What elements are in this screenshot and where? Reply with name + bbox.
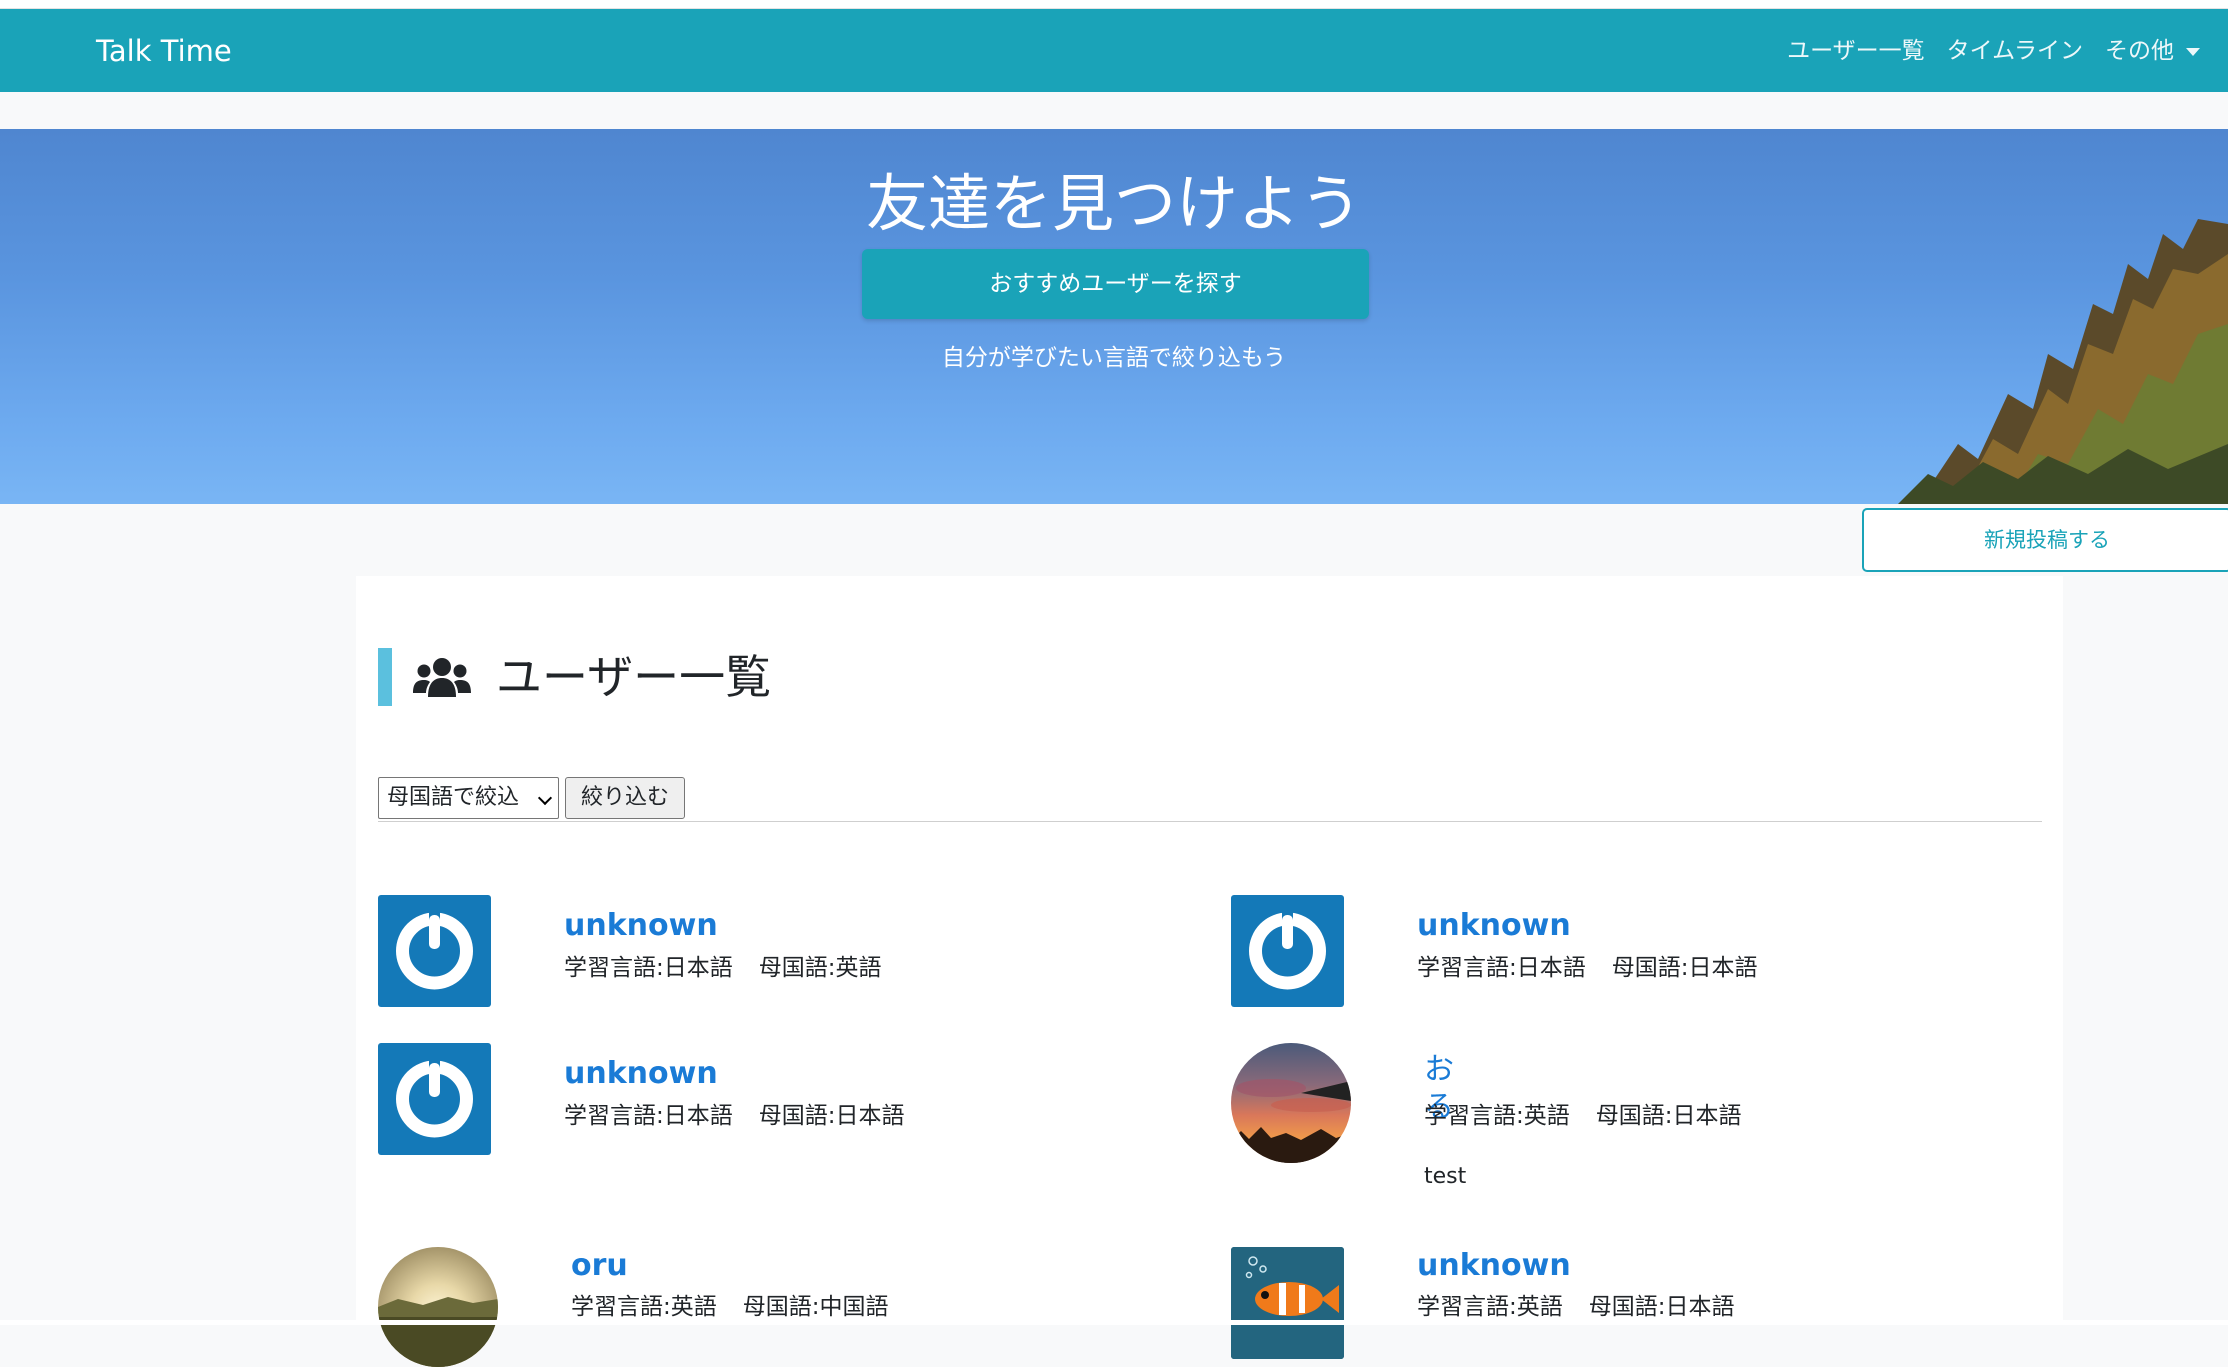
- chevron-down-icon: [537, 790, 553, 806]
- learning-language: 学習言語:英語: [571, 1294, 717, 1320]
- hero-subtitle: 自分が学びたい言語で絞り込もう: [941, 345, 1287, 371]
- user-languages: 学習言語:英語 母国語:日本語: [1424, 1100, 1742, 1132]
- learning-language: 学習言語:日本語: [1417, 955, 1586, 981]
- users-icon: [413, 658, 471, 697]
- user-languages: 学習言語:日本語 母国語:英語: [564, 952, 882, 984]
- user-name-link[interactable]: oru: [571, 1247, 628, 1285]
- native-language: 母国語:日本語: [1588, 1294, 1735, 1320]
- caret-down-icon: [2186, 47, 2200, 56]
- section-title: ユーザー一覧: [496, 650, 772, 704]
- navbar: Talk Time ユーザー一覧 タイムライン その他: [0, 9, 2228, 92]
- native-language: 母国語:中国語: [742, 1294, 889, 1320]
- power-icon: [396, 1057, 473, 1138]
- browser-top-strip: [0, 0, 2228, 9]
- user-languages: 学習言語:英語 母国語:中国語: [571, 1291, 889, 1323]
- learning-language: 学習言語:英語: [1417, 1294, 1563, 1320]
- user-languages: 学習言語:英語 母国語:日本語: [1417, 1291, 1735, 1323]
- sunset-photo: [1231, 1043, 1351, 1163]
- landscape-photo: [378, 1247, 498, 1367]
- user-avatar[interactable]: [378, 1043, 491, 1155]
- nav-dropdown-other[interactable]: その他: [2105, 35, 2200, 67]
- divider: [378, 821, 2042, 822]
- new-post-button[interactable]: 新規投稿する: [1862, 508, 2228, 572]
- section-header: ユーザー一覧: [378, 648, 771, 706]
- user-languages: 学習言語:日本語 母国語:日本語: [564, 1100, 905, 1132]
- native-language: 母国語:日本語: [1611, 955, 1758, 981]
- accent-bar: [378, 648, 392, 706]
- bottom-edge: [0, 1320, 2228, 1325]
- user-avatar[interactable]: [1231, 1043, 1351, 1163]
- user-name-link[interactable]: unknown: [564, 907, 718, 945]
- native-language-filter-select[interactable]: 母国語で絞込: [378, 777, 559, 819]
- hero-title: 友達を見つけよう: [865, 167, 1362, 240]
- user-name-link[interactable]: unknown: [1417, 1247, 1571, 1285]
- learning-language: 学習言語:英語: [1424, 1103, 1570, 1129]
- fish-photo: [1231, 1247, 1344, 1359]
- user-avatar[interactable]: [1231, 1247, 1344, 1359]
- nav-link-timeline[interactable]: タイムライン: [1947, 35, 2083, 67]
- nav-dropdown-label: その他: [2105, 38, 2174, 64]
- learning-language: 学習言語:日本語: [564, 955, 733, 981]
- user-avatar[interactable]: [378, 1247, 498, 1367]
- filter-form: 母国語で絞込 絞り込む: [378, 777, 685, 819]
- nav-links: ユーザー一覧 タイムライン その他: [1765, 35, 2200, 67]
- user-languages: 学習言語:日本語 母国語:日本語: [1417, 952, 1758, 984]
- native-language: 母国語:日本語: [758, 1103, 905, 1129]
- power-icon: [396, 909, 473, 990]
- filter-select-value: 母国語で絞込: [387, 785, 520, 810]
- user-avatar[interactable]: [378, 895, 491, 1007]
- user-bio: test: [1424, 1164, 1467, 1189]
- learning-language: 学習言語:日本語: [564, 1103, 733, 1129]
- users-panel: ユーザー一覧 母国語で絞込 絞り込む unknown 学習言語:日本語 母国語:英…: [356, 576, 2063, 1367]
- brand-link[interactable]: Talk Time: [96, 33, 232, 69]
- nav-link-users[interactable]: ユーザー一覧: [1787, 35, 1925, 67]
- user-name-link[interactable]: unknown: [564, 1055, 718, 1093]
- native-language: 母国語:日本語: [1595, 1103, 1742, 1129]
- hero-banner: 友達を見つけよう おすすめユーザーを探す 自分が学びたい言語で絞り込もう: [0, 129, 2228, 504]
- power-icon: [1249, 909, 1326, 990]
- filter-submit-button[interactable]: 絞り込む: [565, 777, 685, 819]
- native-language: 母国語:英語: [758, 955, 882, 981]
- find-recommended-users-button[interactable]: おすすめユーザーを探す: [862, 249, 1369, 319]
- user-avatar[interactable]: [1231, 895, 1344, 1007]
- user-name-link[interactable]: unknown: [1417, 907, 1571, 945]
